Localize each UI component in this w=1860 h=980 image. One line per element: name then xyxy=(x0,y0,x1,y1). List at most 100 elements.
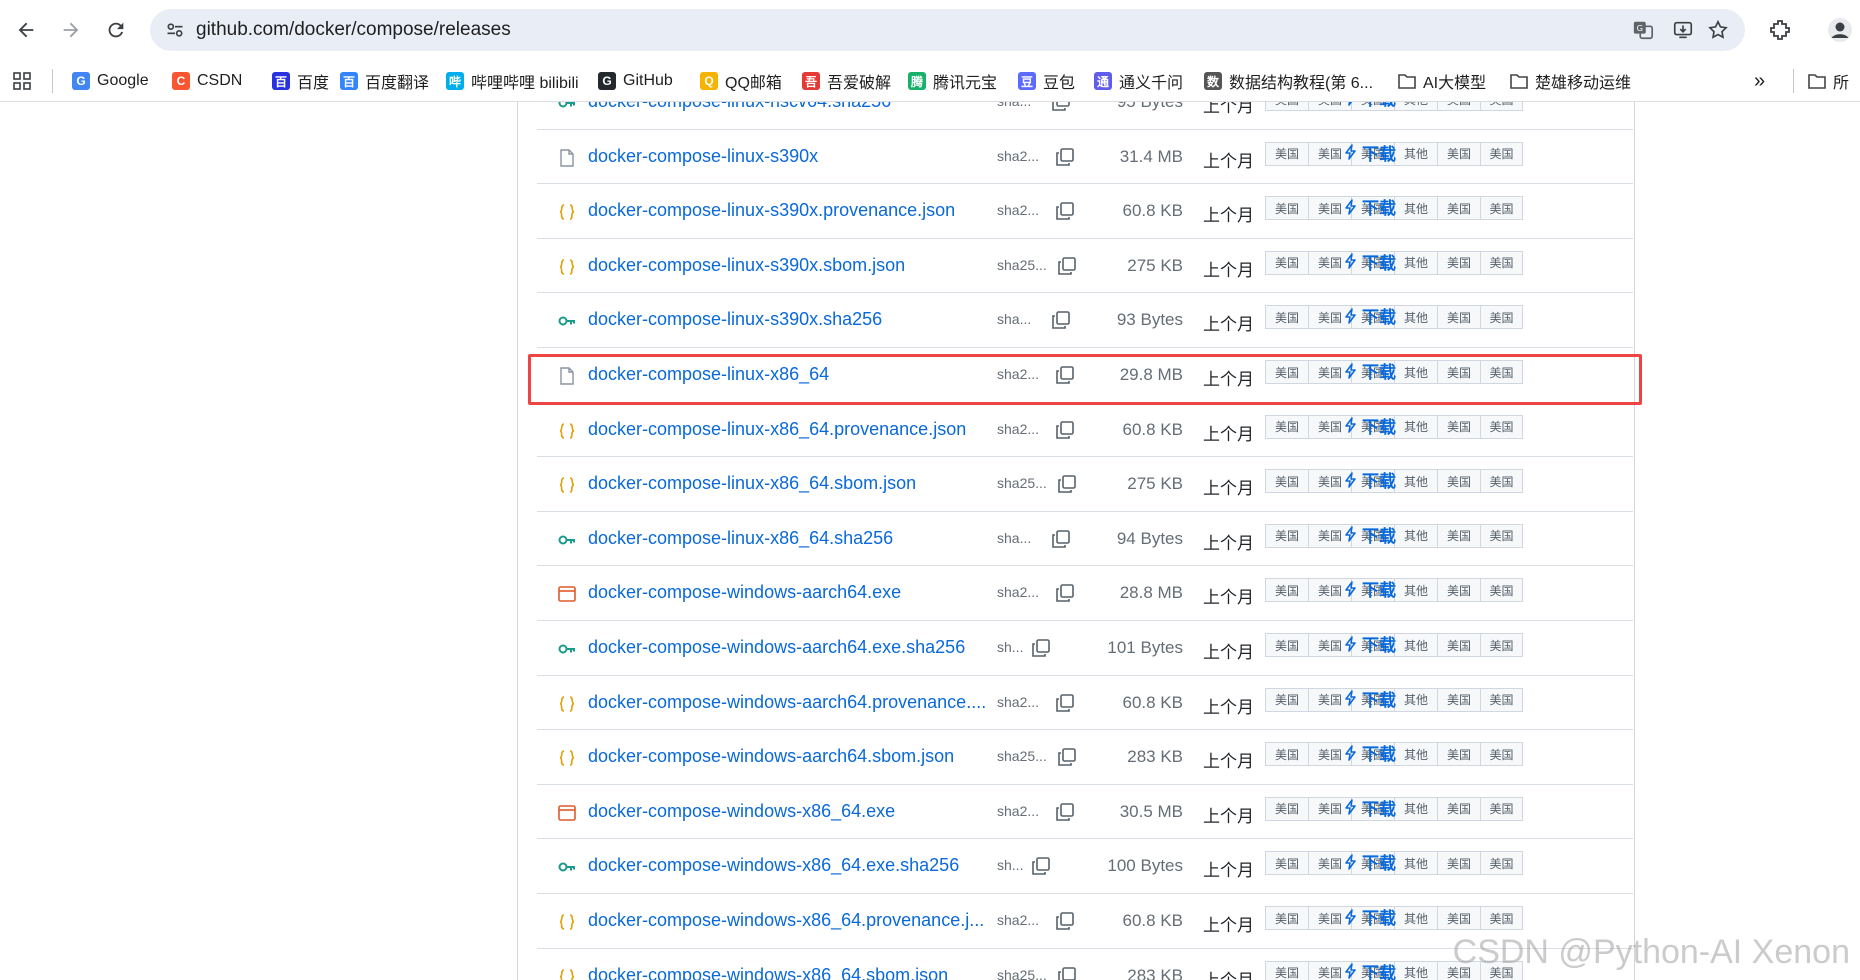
all-bookmarks-button[interactable]: 所 xyxy=(1808,68,1849,94)
mirror-button[interactable]: 美国 xyxy=(1480,305,1523,330)
asset-link[interactable]: docker-compose-linux-x86_64.sha256 xyxy=(588,528,893,549)
download-button[interactable]: 下载 xyxy=(1345,249,1396,274)
mirror-button[interactable]: 美国 xyxy=(1437,633,1480,657)
mirror-button[interactable]: 美国 xyxy=(1480,414,1523,439)
copy-icon[interactable] xyxy=(1029,854,1053,878)
forward-button[interactable] xyxy=(53,12,89,48)
mirror-button[interactable]: 美国 xyxy=(1265,250,1308,275)
bookmark-item[interactable]: 百百度翻译 xyxy=(340,68,429,94)
mirror-button[interactable]: 其他 xyxy=(1394,414,1437,439)
mirror-button[interactable]: 美国 xyxy=(1437,102,1480,111)
mirror-button[interactable]: 其他 xyxy=(1394,469,1437,494)
bookmark-item[interactable]: 数数据结构教程(第 6... xyxy=(1204,68,1373,94)
asset-link[interactable]: docker-compose-windows-x86_64.provenance… xyxy=(588,910,984,931)
mirror-button[interactable]: 美国 xyxy=(1265,796,1308,821)
mirror-button[interactable]: 美国 xyxy=(1437,851,1480,876)
download-button[interactable]: 下载 xyxy=(1345,576,1396,601)
mirror-button[interactable]: 美国 xyxy=(1480,796,1523,821)
back-button[interactable] xyxy=(8,12,44,48)
address-bar[interactable]: github.com/docker/compose/releases G xyxy=(150,9,1745,51)
mirror-button[interactable]: 美国 xyxy=(1437,906,1480,930)
mirror-button[interactable]: 美国 xyxy=(1265,851,1308,876)
copy-icon[interactable] xyxy=(1053,145,1077,169)
bookmark-item[interactable]: 百百度 xyxy=(272,68,329,94)
download-button[interactable]: 下载 xyxy=(1345,795,1396,820)
url-text[interactable]: github.com/docker/compose/releases xyxy=(196,19,511,41)
mirror-button[interactable]: 美国 xyxy=(1265,141,1308,166)
mirror-button[interactable]: 其他 xyxy=(1394,633,1437,657)
mirror-button[interactable]: 美国 xyxy=(1265,523,1308,548)
download-button[interactable]: 下载 xyxy=(1345,467,1396,492)
mirror-button[interactable]: 美国 xyxy=(1265,196,1308,221)
download-button[interactable]: 下载 xyxy=(1345,303,1396,328)
mirror-button[interactable]: 美国 xyxy=(1437,414,1480,439)
mirror-button[interactable]: 其他 xyxy=(1394,305,1437,330)
asset-link[interactable]: docker-compose-windows-aarch64.provenanc… xyxy=(588,692,986,713)
bookmark-item[interactable]: 腾腾讯元宝 xyxy=(908,68,997,94)
mirror-button[interactable]: 美国 xyxy=(1265,102,1308,111)
asset-link[interactable]: docker-compose-windows-x86_64.exe xyxy=(588,801,895,822)
mirror-button[interactable]: 美国 xyxy=(1480,469,1523,494)
mirror-button[interactable]: 美国 xyxy=(1265,469,1308,494)
mirror-button[interactable]: 美国 xyxy=(1480,250,1523,275)
copy-icon[interactable] xyxy=(1053,199,1077,223)
asset-link[interactable]: docker-compose-linux-s390x.sbom.json xyxy=(588,255,905,276)
copy-icon[interactable] xyxy=(1055,472,1079,496)
copy-icon[interactable] xyxy=(1053,691,1077,715)
mirror-button[interactable]: 其他 xyxy=(1394,102,1437,111)
mirror-button[interactable]: 美国 xyxy=(1437,796,1480,821)
asset-link[interactable]: docker-compose-linux-s390x xyxy=(588,146,818,167)
asset-link[interactable]: docker-compose-windows-aarch64.exe.sha25… xyxy=(588,637,965,658)
bookmark-item[interactable]: Q QQ邮箱 xyxy=(700,68,782,94)
mirror-button[interactable]: 美国 xyxy=(1265,960,1308,980)
download-button[interactable]: 下载 xyxy=(1345,631,1396,656)
bookmarks-overflow-button[interactable]: » xyxy=(1754,68,1765,94)
copy-icon[interactable] xyxy=(1053,909,1077,933)
mirror-button[interactable]: 美国 xyxy=(1265,906,1308,930)
bookmark-item[interactable]: G GitHub xyxy=(598,68,673,94)
mirror-button[interactable]: 美国 xyxy=(1480,141,1523,166)
translate-icon[interactable]: G xyxy=(1630,17,1656,43)
mirror-button[interactable]: 美国 xyxy=(1480,851,1523,876)
bookmark-item[interactable]: 吾吾爱破解 xyxy=(802,68,891,94)
copy-icon[interactable] xyxy=(1049,527,1073,551)
download-button[interactable]: 下载 xyxy=(1345,686,1396,711)
download-button[interactable]: 下载 xyxy=(1345,194,1396,219)
bookmark-item[interactable]: 通通义千问 xyxy=(1094,68,1183,94)
mirror-button[interactable]: 美国 xyxy=(1265,687,1308,712)
copy-icon[interactable] xyxy=(1055,964,1079,980)
mirror-button[interactable]: 其他 xyxy=(1394,687,1437,712)
mirror-button[interactable]: 美国 xyxy=(1265,742,1308,767)
asset-link[interactable]: docker-compose-linux-x86_64.provenance.j… xyxy=(588,419,966,440)
download-button[interactable]: 下载 xyxy=(1345,904,1396,929)
mirror-button[interactable]: 美国 xyxy=(1480,578,1523,603)
mirror-button[interactable]: 美国 xyxy=(1480,906,1523,930)
mirror-button[interactable]: 美国 xyxy=(1480,742,1523,767)
mirror-button[interactable]: 其他 xyxy=(1394,851,1437,876)
bookmark-star-icon[interactable] xyxy=(1705,17,1731,43)
copy-icon[interactable] xyxy=(1053,418,1077,442)
download-button[interactable]: 下载 xyxy=(1345,413,1396,438)
mirror-button[interactable]: 美国 xyxy=(1480,102,1523,111)
asset-link[interactable]: docker-compose-windows-x86_64.exe.sha256 xyxy=(588,855,959,876)
apps-grid-button[interactable] xyxy=(12,68,32,94)
mirror-button[interactable]: 美国 xyxy=(1437,250,1480,275)
copy-icon[interactable] xyxy=(1029,636,1053,660)
bookmark-item[interactable]: 哔哔哩哔哩 bilibili xyxy=(446,68,579,94)
bookmark-item[interactable]: 楚雄移动运维 xyxy=(1510,68,1631,94)
mirror-button[interactable]: 美国 xyxy=(1480,196,1523,221)
mirror-button[interactable]: 美国 xyxy=(1437,305,1480,330)
mirror-button[interactable]: 美国 xyxy=(1437,523,1480,548)
copy-icon[interactable] xyxy=(1055,254,1079,278)
copy-icon[interactable] xyxy=(1049,308,1073,332)
download-button[interactable]: 下载 xyxy=(1345,849,1396,874)
extensions-icon[interactable] xyxy=(1764,14,1796,46)
mirror-button[interactable]: 美国 xyxy=(1437,196,1480,221)
asset-link[interactable]: docker-compose-linux-s390x.sha256 xyxy=(588,309,882,330)
install-app-icon[interactable] xyxy=(1670,17,1696,43)
mirror-button[interactable]: 其他 xyxy=(1394,196,1437,221)
mirror-button[interactable]: 美国 xyxy=(1437,141,1480,166)
copy-icon[interactable] xyxy=(1049,102,1073,114)
download-button[interactable]: 下载 xyxy=(1345,522,1396,547)
download-button[interactable]: 下载 xyxy=(1345,959,1396,980)
